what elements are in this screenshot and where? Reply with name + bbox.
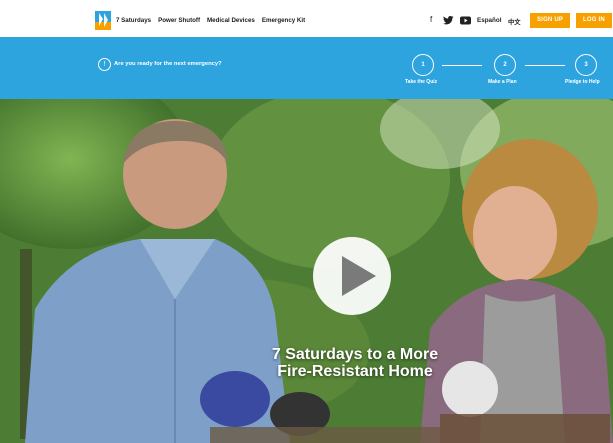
step-3-circle[interactable]: 3 xyxy=(575,54,597,76)
nav-medical-devices[interactable]: Medical Devices xyxy=(207,17,255,24)
video-title-line-2: Fire-Resistant Home xyxy=(277,363,433,380)
nav-7-saturdays[interactable]: 7 Saturdays xyxy=(116,17,151,24)
facebook-icon[interactable]: f xyxy=(430,15,432,24)
log-in-button[interactable]: LOG IN xyxy=(576,13,612,28)
info-icon: ! xyxy=(98,58,111,71)
language-chinese[interactable]: 中文 xyxy=(508,17,521,26)
video-title: 7 Saturdays to a More Fire-Resistant Hom… xyxy=(220,346,490,380)
brand-logo[interactable] xyxy=(95,11,111,30)
twitter-icon[interactable] xyxy=(443,16,454,25)
video-title-line-1: 7 Saturdays to a More xyxy=(271,346,439,363)
hero-image xyxy=(0,99,613,443)
step-1-circle[interactable]: 1 xyxy=(412,54,434,76)
step-1-label[interactable]: Take the Quiz xyxy=(405,79,437,85)
step-connector xyxy=(442,65,482,66)
step-2-circle[interactable]: 2 xyxy=(494,54,516,76)
youtube-icon[interactable] xyxy=(460,16,471,25)
nav-emergency-kit[interactable]: Emergency Kit xyxy=(262,17,305,24)
readiness-question[interactable]: Are you ready for the next emergency? xyxy=(114,61,222,67)
hero-video[interactable]: 7 Saturdays to a More Fire-Resistant Hom… xyxy=(0,99,613,443)
nav-power-shutoff[interactable]: Power Shutoff xyxy=(158,17,200,24)
step-connector xyxy=(525,65,565,66)
play-button[interactable] xyxy=(313,237,391,315)
language-spanish[interactable]: Español xyxy=(477,17,502,24)
main-nav: 7 Saturdays Power Shutoff Medical Device… xyxy=(116,17,305,24)
play-icon xyxy=(342,256,376,296)
step-2-label[interactable]: Make a Plan xyxy=(488,79,517,85)
top-navigation: 7 Saturdays Power Shutoff Medical Device… xyxy=(0,0,613,37)
readiness-banner: ! Are you ready for the next emergency? … xyxy=(0,37,613,99)
sign-up-button[interactable]: SIGN UP xyxy=(530,13,571,28)
step-3-label[interactable]: Pledge to Help xyxy=(565,79,600,85)
